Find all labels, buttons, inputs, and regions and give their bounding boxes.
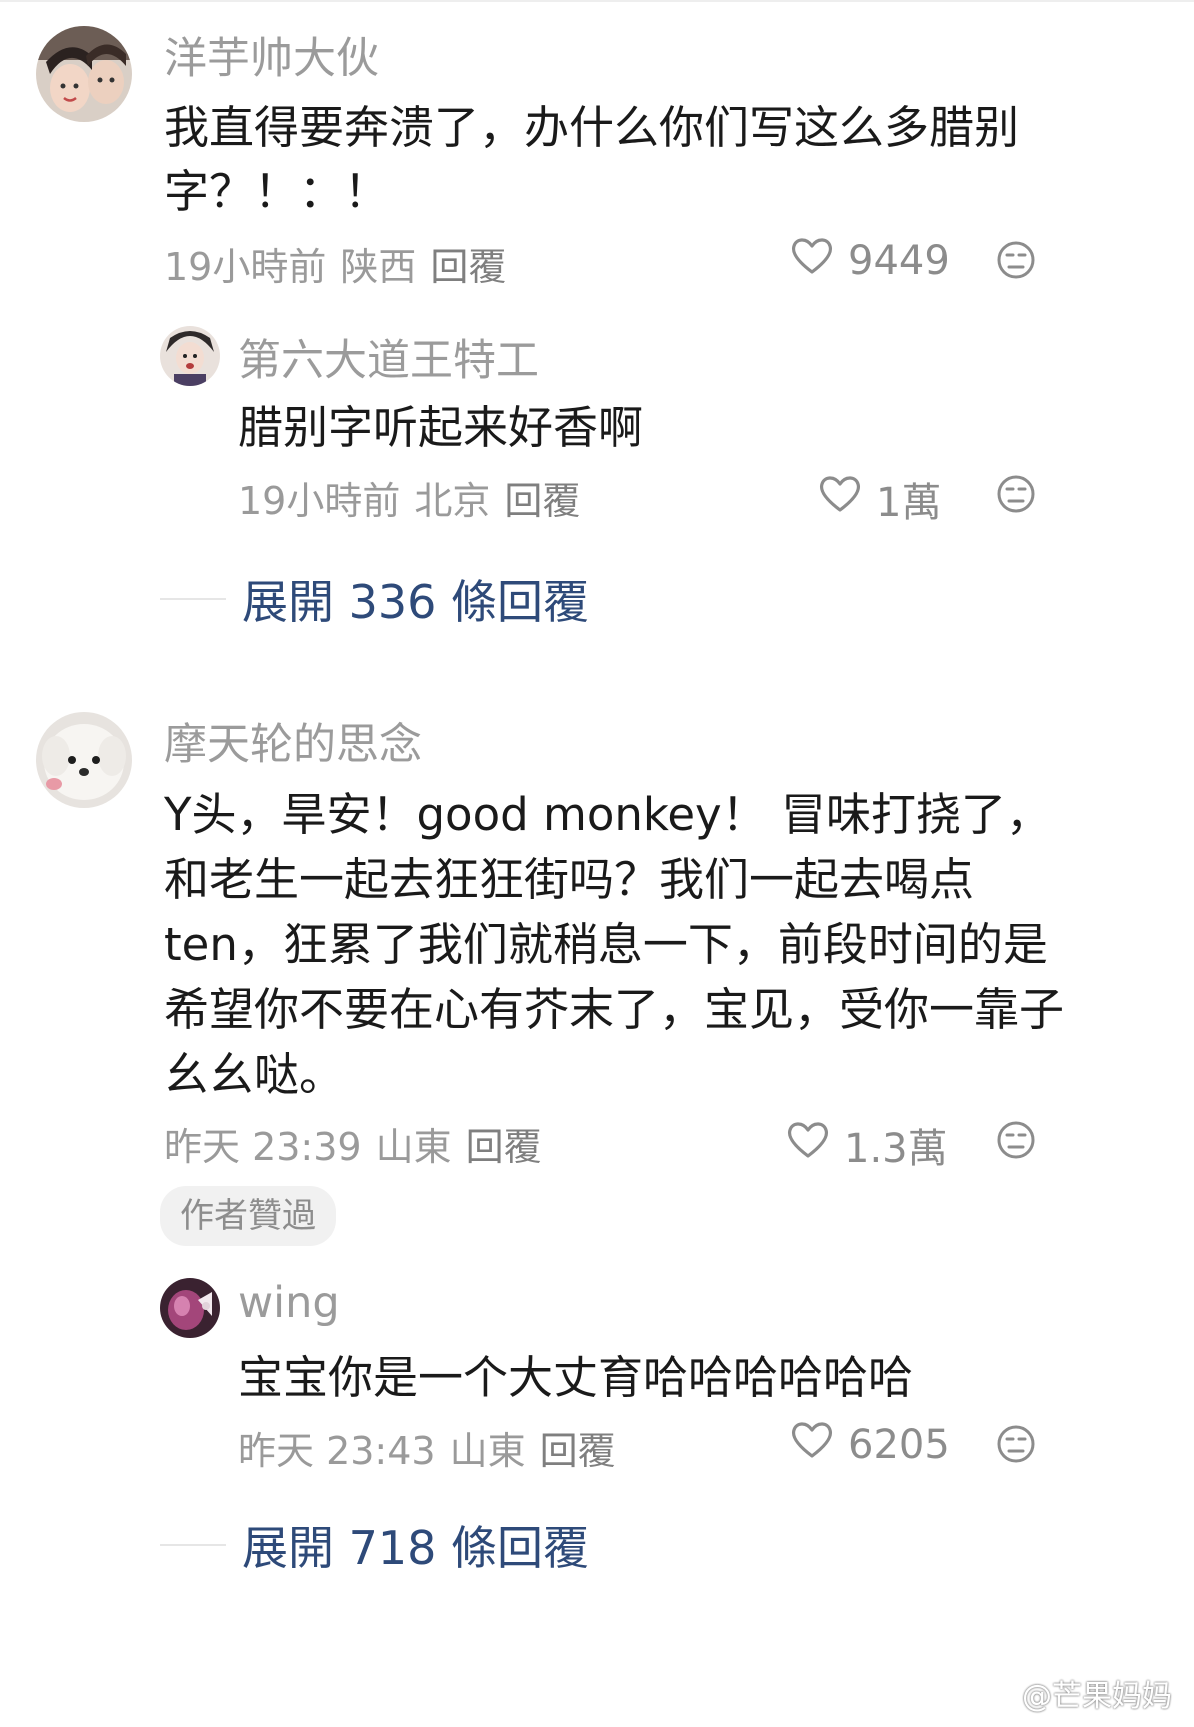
reply-button[interactable]: 回覆	[540, 1429, 616, 1473]
reply-avatar[interactable]	[160, 326, 220, 386]
avatar[interactable]	[36, 26, 132, 122]
top-divider	[0, 0, 1194, 2]
unamused-face-icon[interactable]	[996, 240, 1036, 284]
reply-location: 山東	[449, 1429, 526, 1473]
like-button[interactable]: 6205	[790, 1420, 950, 1470]
like-count: 1萬	[876, 480, 942, 526]
weibo-icon	[976, 1672, 1016, 1714]
like-count: 6205	[848, 1422, 950, 1468]
watermark-text: @芒果妈妈	[1022, 1679, 1172, 1714]
expand-replies-label: 展開 718 條回覆	[242, 1521, 590, 1575]
heart-outline-icon	[790, 1420, 834, 1470]
heart-outline-icon	[786, 1120, 830, 1170]
unamused-face-icon[interactable]	[996, 1120, 1036, 1164]
reply-text: 宝宝你是一个大丈育哈哈哈哈哈哈	[238, 1351, 914, 1404]
reply-time: 昨天 23:43	[238, 1429, 436, 1473]
comment-meta: 19小時前 陕西 回覆	[164, 236, 520, 291]
comment-username[interactable]: 洋芋帅大伙	[164, 24, 379, 86]
like-count: 1.3萬	[844, 1126, 948, 1172]
reply-location: 北京	[414, 479, 491, 523]
unamused-face-icon[interactable]	[996, 1424, 1036, 1468]
reply-time: 19小時前	[238, 479, 401, 523]
expand-divider	[160, 598, 226, 600]
comment-time: 昨天 23:39	[164, 1125, 362, 1169]
expand-divider	[160, 1544, 226, 1546]
comment-username[interactable]: 摩天轮的思念	[164, 710, 422, 772]
expand-replies-link[interactable]: 展開 718 條回覆	[160, 1512, 589, 1578]
reply-text: 腊别字听起来好香啊	[238, 401, 644, 454]
like-button[interactable]: 1萬	[818, 470, 941, 528]
reply-avatar[interactable]	[160, 1278, 220, 1338]
reply-meta: 昨天 23:43 山東 回覆	[238, 1420, 630, 1475]
expand-replies-link[interactable]: 展開 336 條回覆	[160, 566, 589, 632]
comment-location: 山東	[375, 1125, 452, 1169]
reply-button[interactable]: 回覆	[430, 245, 506, 289]
like-button[interactable]: 1.3萬	[786, 1116, 948, 1174]
comment-meta: 昨天 23:39 山東 回覆	[164, 1116, 556, 1171]
avatar-photo	[36, 712, 132, 808]
avatar[interactable]	[36, 712, 132, 808]
reply-button[interactable]: 回覆	[504, 479, 580, 523]
reply-username[interactable]: 第六大道王特工	[238, 326, 539, 388]
heart-outline-icon	[818, 474, 862, 524]
heart-outline-icon	[790, 236, 834, 286]
reply-button[interactable]: 回覆	[466, 1125, 542, 1169]
watermark: @芒果妈妈	[976, 1671, 1172, 1715]
comment-text: 我直得要奔溃了，办什么你们写这么多腊别字？！：！	[164, 101, 1020, 218]
avatar-photo	[160, 1278, 220, 1338]
avatar-photo	[36, 26, 132, 122]
comment-text: Y头，旱安！good monkey！ 冒味打挠了，和老生一起去狂狂街吗？我们一起…	[164, 788, 1065, 1101]
like-count: 9449	[848, 238, 950, 284]
avatar-photo	[160, 326, 220, 386]
reply-meta: 19小時前 北京 回覆	[238, 470, 594, 525]
reply-username[interactable]: wing	[238, 1278, 340, 1328]
comment-time: 19小時前	[164, 245, 327, 289]
comment-location: 陕西	[340, 245, 417, 289]
unamused-face-icon[interactable]	[996, 474, 1036, 518]
expand-replies-label: 展開 336 條回覆	[242, 575, 590, 629]
author-liked-badge: 作者贊過	[160, 1186, 336, 1246]
like-button[interactable]: 9449	[790, 236, 950, 286]
